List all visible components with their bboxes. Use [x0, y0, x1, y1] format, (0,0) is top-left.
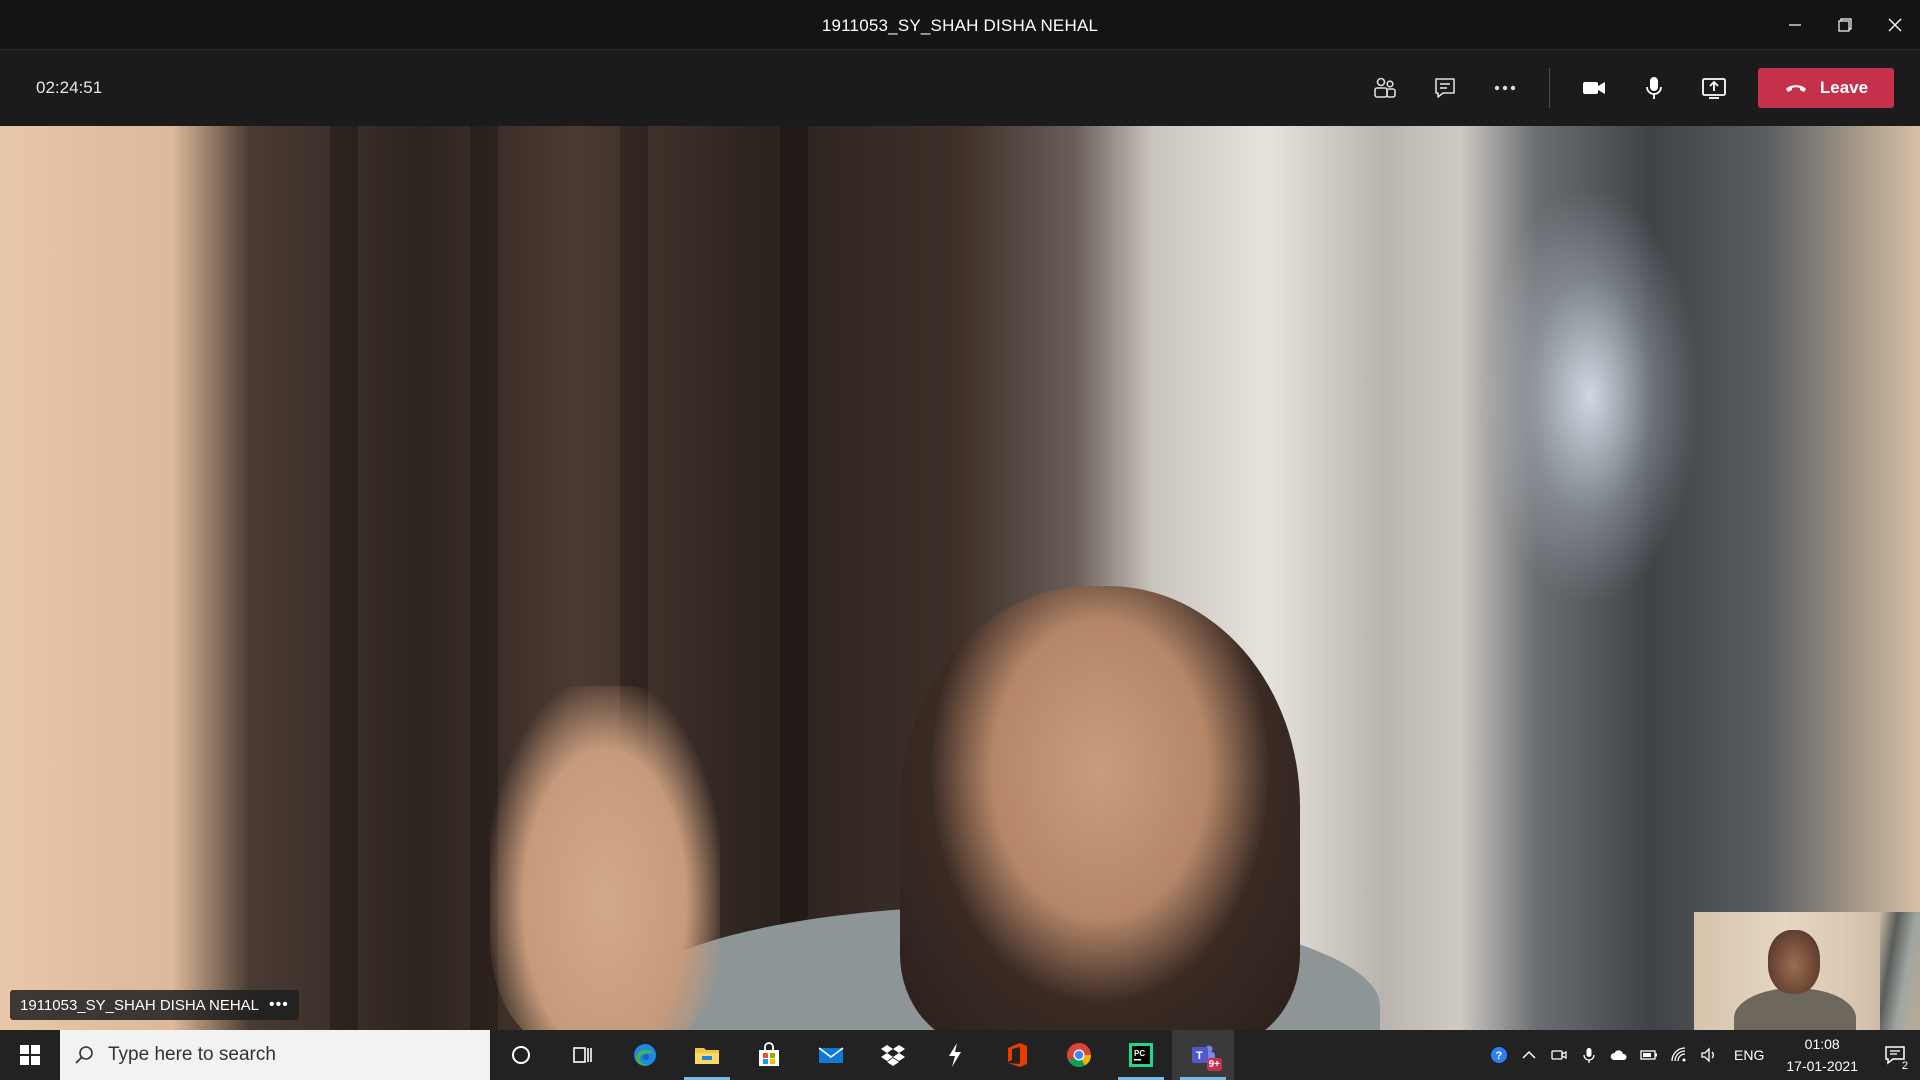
video-scene-window-light: [1480, 186, 1700, 606]
network-tray-button[interactable]: [1664, 1030, 1694, 1080]
microphone-icon: [1646, 77, 1662, 99]
window-title-bar: 1911053_SY_SHAH DISHA NEHAL: [0, 0, 1920, 50]
participant-more-icon[interactable]: •••: [269, 996, 289, 1014]
taskbar-apps: PC T 9+: [490, 1030, 1234, 1080]
mail-app[interactable]: [800, 1030, 862, 1080]
cortana-button[interactable]: [490, 1030, 552, 1080]
window-title: 1911053_SY_SHAH DISHA NEHAL: [821, 16, 1099, 35]
wifi-icon: [1671, 1047, 1686, 1062]
participant-name-label[interactable]: 1911053_SY_SHAH DISHA NEHAL •••: [10, 990, 299, 1020]
clock-date: 17-01-2021: [1786, 1058, 1858, 1074]
onedrive-tray-button[interactable]: [1604, 1030, 1634, 1080]
cloud-icon: [1610, 1050, 1627, 1060]
folder-icon: [695, 1048, 719, 1064]
minimize-button[interactable]: [1770, 0, 1820, 50]
task-view-icon: [573, 1047, 592, 1063]
meeting-timer: 02:24:51: [36, 78, 103, 97]
chrome-app[interactable]: [1048, 1030, 1110, 1080]
more-dots-icon: [1494, 85, 1516, 91]
edge-icon: [634, 1044, 656, 1066]
hang-up-phone-icon: [1785, 85, 1806, 92]
video-participant-face: [900, 586, 1300, 1030]
svg-text:?: ?: [1496, 1050, 1503, 1062]
close-icon: [1888, 18, 1902, 32]
input-language[interactable]: ENG: [1724, 1047, 1774, 1063]
dropbox-app[interactable]: [862, 1030, 924, 1080]
camera-button[interactable]: [1564, 68, 1624, 108]
clock-time: 01:08: [1804, 1036, 1840, 1052]
leave-label: Leave: [1819, 78, 1869, 97]
office-app[interactable]: [986, 1030, 1048, 1080]
video-participant-hand: [490, 686, 720, 1030]
search-icon: [75, 1046, 93, 1064]
store-bag-icon: [759, 1042, 779, 1066]
participants-icon: [1374, 77, 1396, 98]
more-actions-button[interactable]: [1475, 68, 1535, 108]
participant-name: 1911053_SY_SHAH DISHA NEHAL: [20, 996, 260, 1014]
svg-text:PC: PC: [1134, 1049, 1145, 1058]
svg-text:T: T: [1196, 1050, 1203, 1062]
video-scene-detail: [780, 126, 808, 1030]
main-video-feed: [0, 126, 1920, 1030]
window-controls: [1770, 0, 1920, 50]
system-tray: ? ENG 01:08 17-01-2021 2: [1484, 1030, 1920, 1080]
close-button[interactable]: [1870, 0, 1920, 50]
self-view-face: [1768, 930, 1820, 994]
self-view-video[interactable]: [1694, 912, 1920, 1030]
battery-icon: [1640, 1050, 1658, 1060]
self-view-background-detail: [1880, 912, 1920, 1030]
chat-button[interactable]: [1415, 68, 1475, 108]
pycharm-icon: PC: [1129, 1043, 1153, 1067]
start-button[interactable]: [0, 1030, 60, 1080]
restore-button[interactable]: [1820, 0, 1870, 50]
task-view-button[interactable]: [552, 1030, 614, 1080]
participants-button[interactable]: [1355, 68, 1415, 108]
share-screen-button[interactable]: [1684, 68, 1744, 108]
battery-tray-button[interactable]: [1634, 1030, 1664, 1080]
meeting-control-bar: 02:24:51 Leave: [0, 50, 1920, 126]
lightning-icon: [949, 1043, 961, 1067]
teams-app[interactable]: T 9+: [1172, 1030, 1234, 1080]
help-tray-button[interactable]: ?: [1484, 1030, 1514, 1080]
share-screen-icon: [1702, 78, 1726, 99]
search-input[interactable]: [108, 1044, 438, 1066]
dropbox-icon: [881, 1045, 905, 1066]
action-center-button[interactable]: 2: [1870, 1030, 1920, 1080]
volume-tray-button[interactable]: [1694, 1030, 1724, 1080]
microphone-in-use-icon: [1583, 1048, 1595, 1063]
restore-icon: [1838, 18, 1852, 32]
chrome-icon: [1067, 1043, 1091, 1068]
lightning-app[interactable]: [924, 1030, 986, 1080]
controls-divider: [1549, 68, 1550, 108]
help-question-icon: ?: [1491, 1047, 1508, 1063]
windows-logo-icon: [20, 1045, 40, 1065]
notification-count: 2: [1899, 1060, 1910, 1072]
file-explorer-app[interactable]: [676, 1030, 738, 1080]
office-icon: [1008, 1043, 1027, 1067]
leave-button[interactable]: Leave: [1758, 68, 1894, 108]
chat-icon: [1435, 78, 1455, 98]
windows-taskbar: PC T 9+ ?: [0, 1030, 1920, 1080]
taskbar-clock[interactable]: 01:08 17-01-2021: [1774, 1033, 1870, 1077]
minimize-icon: [1789, 24, 1801, 26]
camera-in-use-icon: [1551, 1050, 1567, 1060]
teams-badge: 9+: [1206, 1058, 1222, 1071]
edge-app[interactable]: [614, 1030, 676, 1080]
mail-icon: [818, 1047, 844, 1063]
microsoft-store-app[interactable]: [738, 1030, 800, 1080]
show-hidden-icons-button[interactable]: [1514, 1030, 1544, 1080]
cortana-circle-icon: [512, 1046, 530, 1064]
microphone-tray-button[interactable]: [1574, 1030, 1604, 1080]
taskbar-search-box[interactable]: [60, 1030, 490, 1080]
pycharm-app[interactable]: PC: [1110, 1030, 1172, 1080]
chevron-up-icon: [1522, 1050, 1536, 1059]
video-camera-icon: [1583, 82, 1605, 94]
self-view-body: [1734, 988, 1856, 1030]
video-scene-detail: [330, 126, 358, 1030]
speaker-icon: [1701, 1047, 1714, 1063]
microphone-button[interactable]: [1624, 68, 1684, 108]
camera-tray-button[interactable]: [1544, 1030, 1574, 1080]
meeting-actions: Leave: [1355, 68, 1894, 108]
